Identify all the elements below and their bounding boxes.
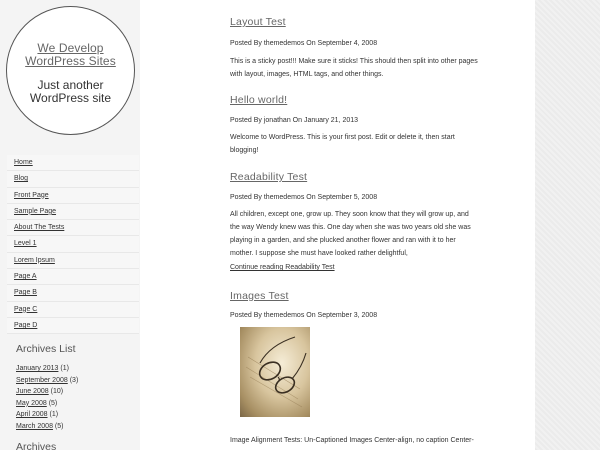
post-meta: Posted By themedemos On September 5, 200… — [230, 194, 378, 201]
archives-title: Archives — [16, 441, 57, 450]
nav-item-level-1[interactable]: Level 1 — [7, 236, 139, 253]
archive-item: May 2008 (5) — [16, 398, 136, 410]
post-title-hello-world[interactable]: Hello world! — [230, 94, 287, 106]
archives-list: January 2013 (1) September 2008 (3) June… — [16, 363, 136, 433]
post-excerpt: All children, except one, grow up. They … — [230, 211, 471, 257]
site-logo[interactable]: We Develop WordPress Sites Just another … — [6, 6, 135, 135]
post-excerpt: Welcome to WordPress. This is your first… — [230, 134, 455, 154]
page-navigation: Home Blog Front Page Sample Page About T… — [7, 155, 139, 335]
nav-item-page-c[interactable]: Page C — [7, 301, 139, 318]
nav-item-page-d[interactable]: Page D — [7, 317, 139, 335]
archive-count: (1) — [49, 411, 59, 419]
nav-item-sample-page[interactable]: Sample Page — [7, 203, 139, 221]
post-excerpt: Image Alignment Tests: Un-Captioned Imag… — [230, 437, 474, 444]
archive-link[interactable]: June 2008 — [16, 388, 49, 395]
archive-link[interactable]: April 2008 — [16, 411, 48, 418]
nav-item-page-b[interactable]: Page B — [7, 285, 139, 302]
archive-count: (5) — [54, 422, 64, 430]
archive-item: September 2008 (3) — [16, 375, 136, 387]
archive-item: June 2008 (10) — [16, 386, 136, 398]
nav-item-front-page[interactable]: Front Page — [7, 187, 139, 204]
glasses-illustration — [245, 336, 307, 408]
nav-item-blog[interactable]: Blog — [7, 171, 139, 188]
archive-link[interactable]: January 2013 — [16, 365, 58, 372]
nav-item-home[interactable]: Home — [7, 155, 139, 172]
archive-link[interactable]: September 2008 — [16, 377, 68, 384]
post-title-layout-test[interactable]: Layout Test — [230, 16, 286, 28]
post-image-glasses[interactable] — [240, 327, 310, 417]
post-title-images-test[interactable]: Images Test — [230, 290, 289, 302]
archive-item: March 2008 (5) — [16, 421, 136, 433]
archive-count: (1) — [60, 365, 69, 372]
archive-link[interactable]: March 2008 — [16, 423, 53, 430]
post-meta: Posted By jonathan On January 21, 2013 — [230, 117, 359, 124]
site-tagline: Just another WordPress site — [29, 78, 112, 105]
nav-item-lorem-ipsum[interactable]: Lorem Ipsum — [7, 252, 139, 270]
site-title[interactable]: We Develop WordPress Sites — [7, 42, 134, 68]
post-excerpt: This is a sticky post!!! Make sure it st… — [230, 58, 478, 78]
nav-item-about-the-tests[interactable]: About The Tests — [7, 220, 139, 237]
background-pattern — [535, 0, 600, 450]
post-title-readability-test[interactable]: Readability Test — [230, 171, 307, 183]
archive-count: (3) — [69, 376, 79, 384]
nav-item-page-a[interactable]: Page A — [7, 269, 139, 286]
archive-count: (10) — [50, 388, 64, 396]
post-meta: Posted By themedemos On September 3, 200… — [230, 312, 378, 319]
archives-list-title: Archives List — [16, 343, 76, 355]
archive-item: January 2013 (1) — [16, 363, 136, 375]
archive-count: (5) — [48, 399, 58, 407]
continue-reading-link[interactable]: Continue reading Readability Test — [230, 264, 335, 271]
sidebar: We Develop WordPress Sites Just another … — [0, 0, 140, 450]
post-meta: Posted By themedemos On September 4, 200… — [230, 40, 378, 47]
archive-item: April 2008 (1) — [16, 409, 136, 421]
archive-link[interactable]: May 2008 — [16, 400, 47, 407]
